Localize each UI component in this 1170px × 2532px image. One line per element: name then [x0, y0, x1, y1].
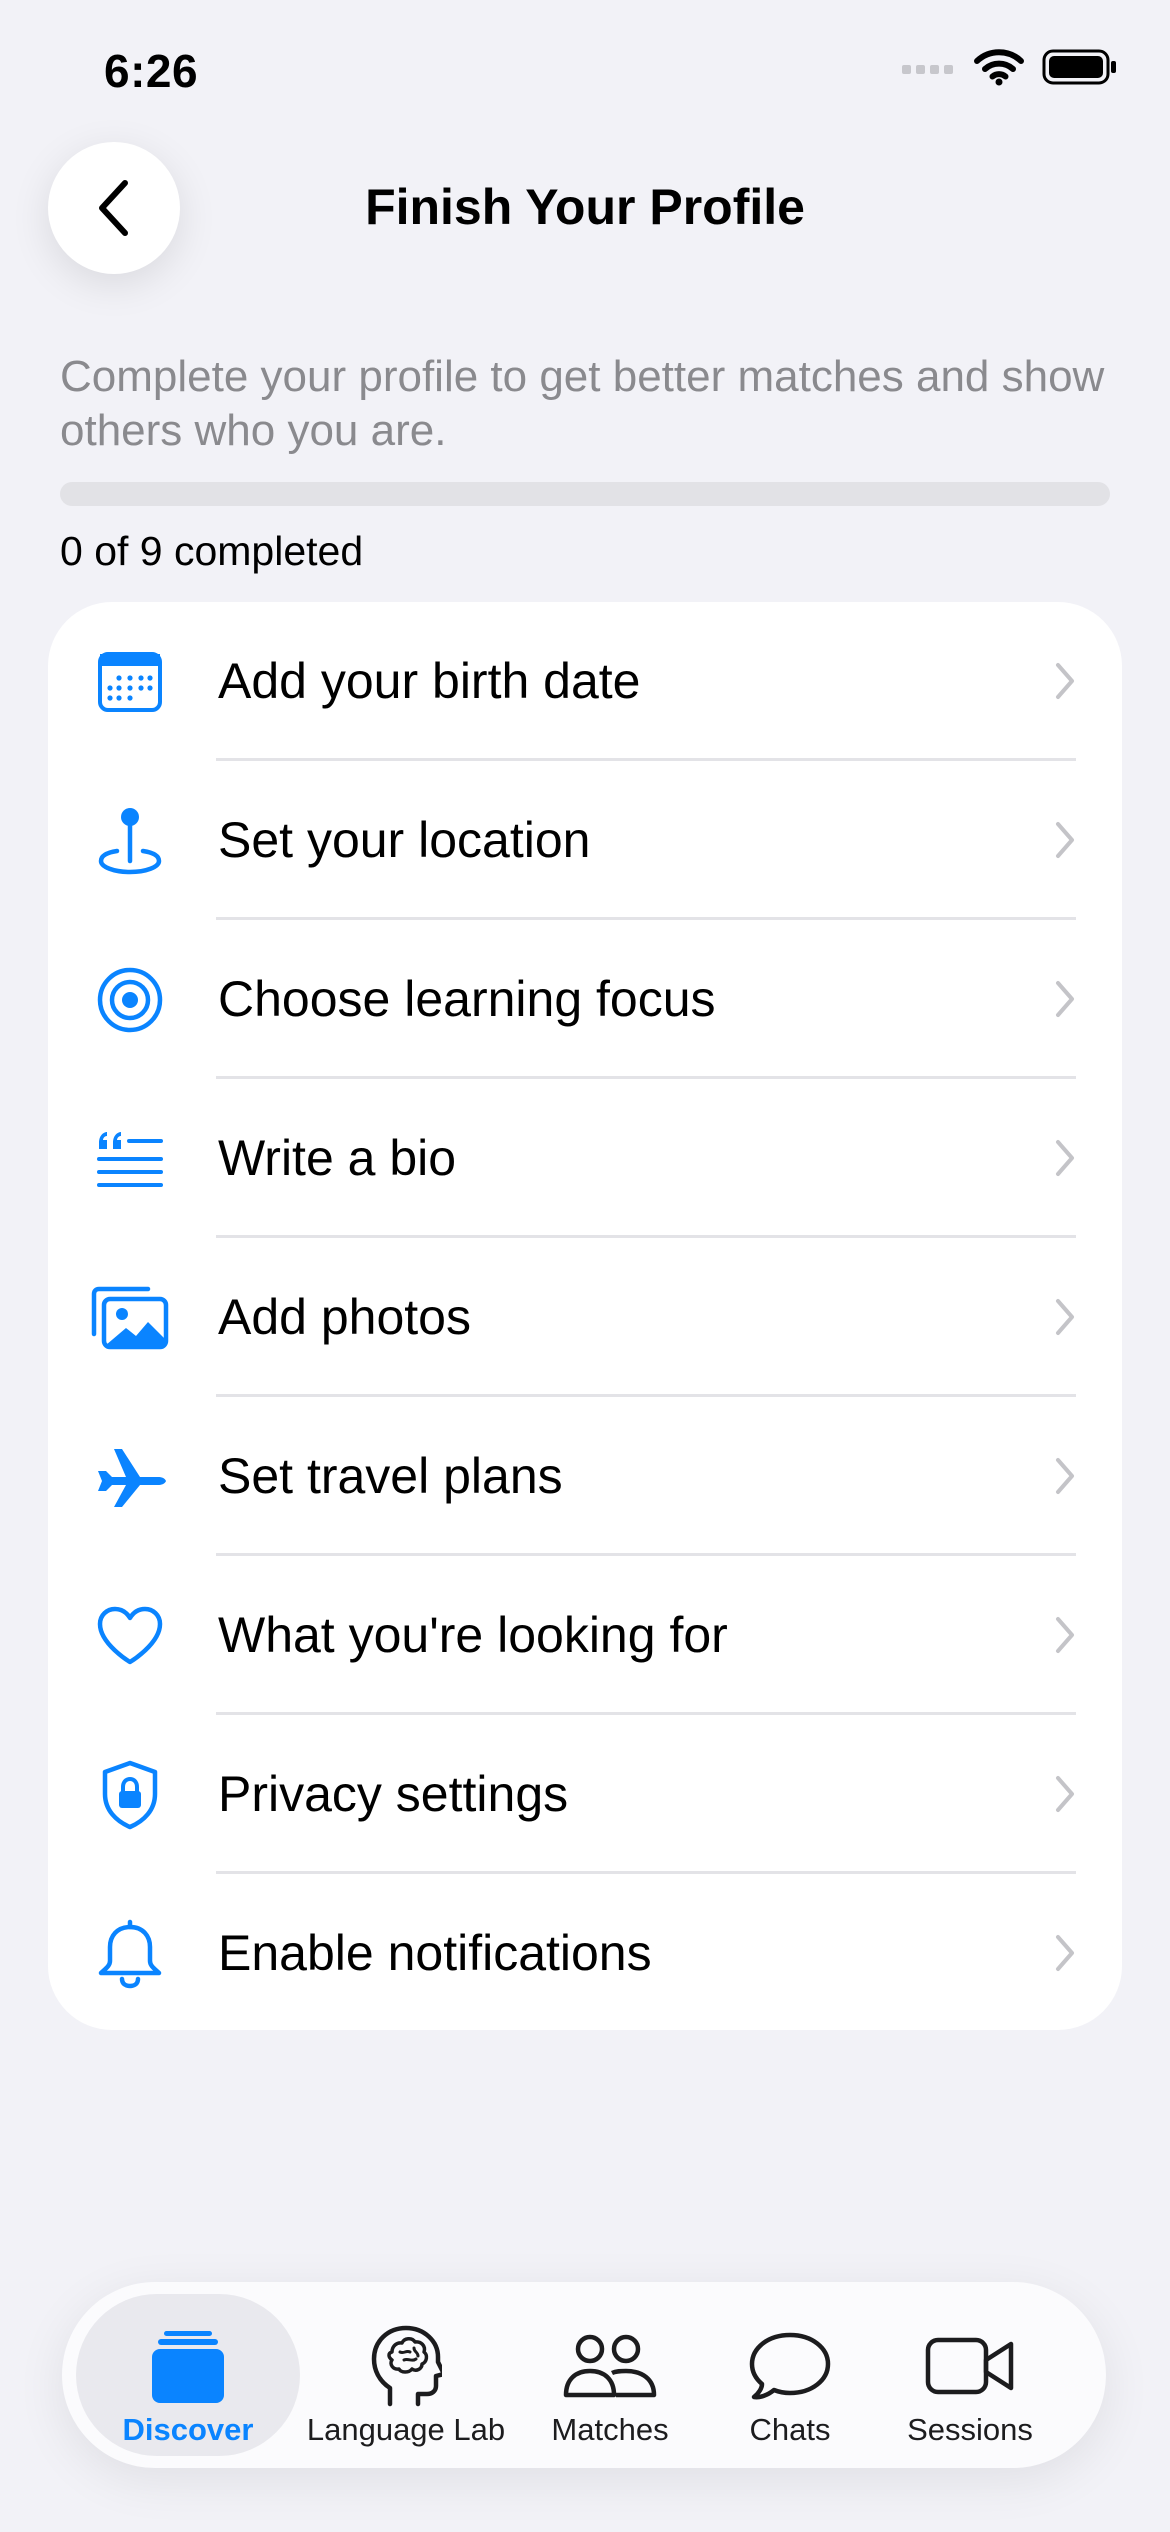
tab-label: Language Lab: [306, 2412, 506, 2447]
checklist-item-label: Add your birth date: [218, 653, 641, 709]
tab-label: Discover: [122, 2412, 254, 2447]
chevron-right-icon: [1056, 981, 1074, 1017]
chevron-right-icon: [1056, 1617, 1074, 1653]
progress-bar: [60, 482, 1110, 506]
page-title: Finish Your Profile: [365, 179, 805, 235]
status-icons: [902, 48, 1118, 86]
tab-language-lab[interactable]: Language Lab: [300, 2294, 512, 2456]
tab-label: Sessions: [907, 2412, 1033, 2447]
tab-label: Matches: [551, 2412, 669, 2447]
chevron-right-icon: [1056, 663, 1074, 699]
chevron-right-icon: [1056, 1140, 1074, 1176]
checklist-item-label: Choose learning focus: [218, 971, 716, 1027]
checklist-item-bio[interactable]: Write a bio: [48, 1079, 1122, 1238]
people-icon: [562, 2324, 658, 2408]
tab-matches[interactable]: Matches: [512, 2294, 708, 2456]
checklist-item-label: Add photos: [218, 1289, 471, 1345]
profile-subtitle: Complete your profile to get better matc…: [60, 352, 1105, 455]
tab-sessions[interactable]: Sessions: [872, 2294, 1068, 2456]
battery-icon: [1042, 49, 1116, 85]
checklist-item-label: Set travel plans: [218, 1448, 563, 1504]
checklist-item-label: Set your location: [218, 812, 591, 868]
wifi-icon: [974, 49, 1024, 86]
calendar-icon: [90, 644, 170, 719]
cellular-signal-icon: [902, 65, 953, 74]
checklist-item-label: What you're looking for: [218, 1607, 728, 1663]
checklist-item-label: Enable notifications: [218, 1925, 652, 1981]
checklist-item-label: Privacy settings: [218, 1766, 569, 1822]
status-time: 6:26: [104, 45, 199, 97]
video-camera-icon: [925, 2324, 1015, 2408]
quote-text-icon: [90, 1121, 170, 1196]
chat-bubble-icon: [748, 2324, 832, 2408]
tab-label: Chats: [749, 2412, 831, 2447]
checklist-item-learning-focus[interactable]: Choose learning focus: [48, 920, 1122, 1079]
chevron-right-icon: [1056, 1299, 1074, 1335]
cards-stack-icon: [150, 2324, 226, 2408]
tab-chats[interactable]: Chats: [708, 2294, 872, 2456]
bell-icon: [90, 1916, 170, 1991]
chevron-right-icon: [1056, 1458, 1074, 1494]
target-icon: [90, 962, 170, 1037]
airplane-icon: [90, 1439, 170, 1514]
location-pin-icon: [90, 803, 170, 878]
tab-discover[interactable]: Discover: [76, 2294, 300, 2456]
checklist-item-privacy[interactable]: Privacy settings: [48, 1715, 1122, 1874]
chevron-right-icon: [1056, 1776, 1074, 1812]
chevron-right-icon: [1056, 822, 1074, 858]
checklist-item-location[interactable]: Set your location: [48, 761, 1122, 920]
progress-label: 0 of 9 completed: [60, 528, 364, 574]
tab-bar: Discover Language Lab Matches Chats Sess…: [62, 2282, 1106, 2468]
heart-icon: [90, 1598, 170, 1673]
checklist-item-birth-date[interactable]: Add your birth date: [48, 602, 1122, 761]
checklist-item-photos[interactable]: Add photos: [48, 1238, 1122, 1397]
photos-icon: [90, 1280, 170, 1355]
status-bar: 6:26: [0, 0, 1170, 150]
checklist-item-label: Write a bio: [218, 1130, 457, 1186]
checklist-item-looking-for[interactable]: What you're looking for: [48, 1556, 1122, 1715]
profile-checklist: Add your birth date Set your location Ch…: [48, 602, 1122, 2030]
brain-head-icon: [370, 2324, 442, 2408]
checklist-item-notifications[interactable]: Enable notifications: [48, 1874, 1122, 2033]
checklist-item-travel-plans[interactable]: Set travel plans: [48, 1397, 1122, 1556]
chevron-right-icon: [1056, 1935, 1074, 1971]
lock-shield-icon: [90, 1757, 170, 1832]
